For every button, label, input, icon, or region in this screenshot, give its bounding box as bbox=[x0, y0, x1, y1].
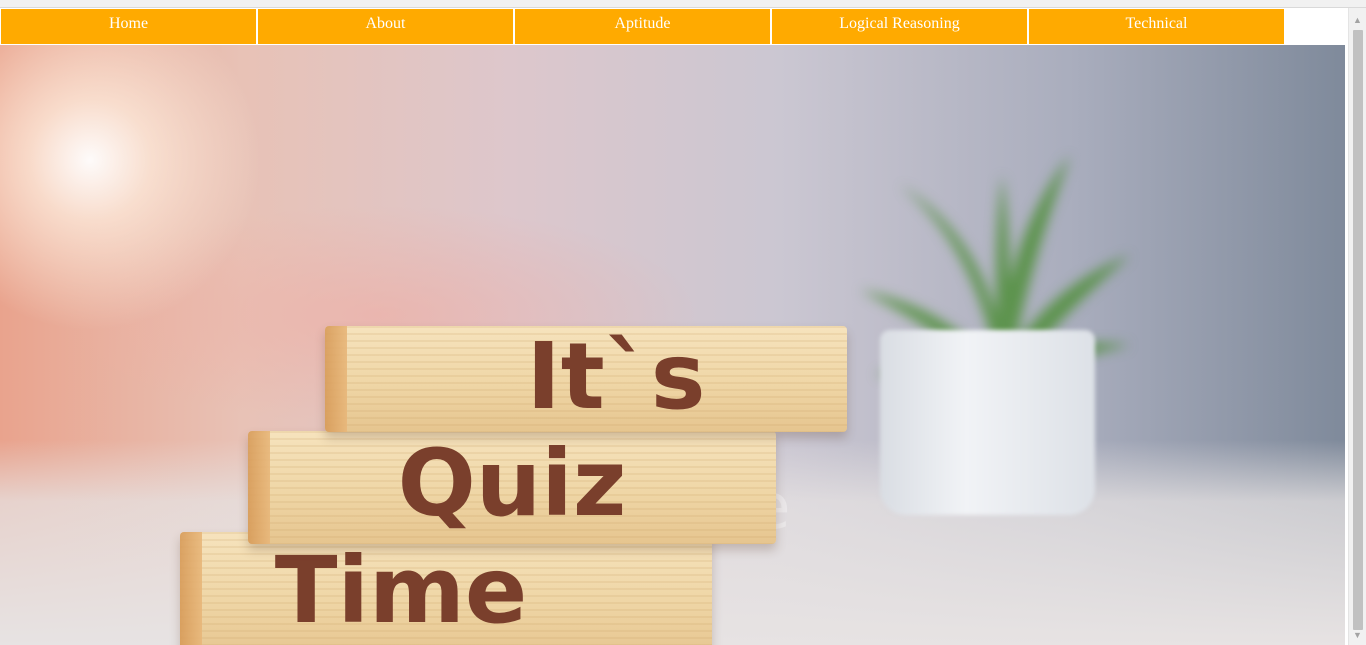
scroll-down-arrow-icon[interactable]: ▼ bbox=[1349, 627, 1366, 643]
scroll-thumb[interactable] bbox=[1353, 30, 1363, 630]
wood-block-quiz: Quiz bbox=[248, 431, 776, 544]
block-text-its: It`s bbox=[526, 326, 706, 430]
scroll-up-arrow-icon[interactable]: ▲ bbox=[1349, 12, 1366, 28]
wood-block-its: It`s bbox=[325, 326, 847, 432]
nav-item-technical[interactable]: Technical bbox=[1028, 8, 1285, 45]
hero-image: dreamstime Time Quiz It`s bbox=[0, 45, 1345, 645]
wood-block-time: Time bbox=[180, 532, 712, 645]
vertical-scrollbar[interactable]: ▲ ▼ bbox=[1348, 8, 1366, 645]
browser-top-edge bbox=[0, 0, 1366, 8]
nav-item-aptitude[interactable]: Aptitude bbox=[514, 8, 771, 45]
main-navigation: Home About Aptitude Logical Reasoning Te… bbox=[0, 8, 1285, 45]
nav-item-home[interactable]: Home bbox=[0, 8, 257, 45]
nav-item-about[interactable]: About bbox=[257, 8, 514, 45]
block-text-time: Time bbox=[274, 537, 528, 644]
plant-pot bbox=[880, 330, 1095, 515]
nav-item-logical-reasoning[interactable]: Logical Reasoning bbox=[771, 8, 1028, 45]
page: Home About Aptitude Logical Reasoning Te… bbox=[0, 0, 1366, 645]
block-text-quiz: Quiz bbox=[397, 431, 627, 537]
